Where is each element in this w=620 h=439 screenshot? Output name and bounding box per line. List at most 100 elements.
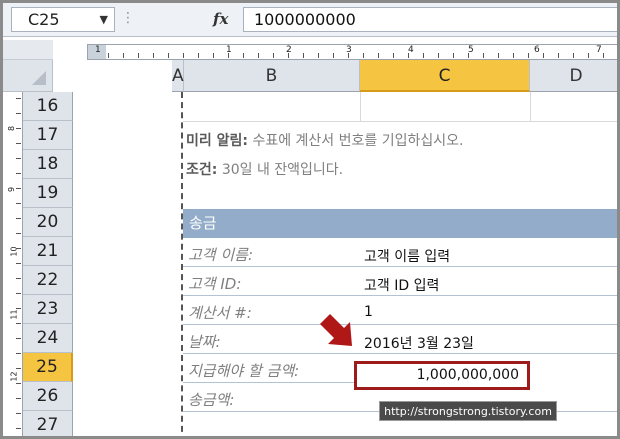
terms-note: 조건: 30일 내 잔액입니다. bbox=[186, 159, 343, 179]
ruler-tick bbox=[468, 53, 469, 58]
ruler-number: 12 bbox=[9, 371, 19, 382]
ruler-tick bbox=[138, 53, 139, 58]
ruler-number: 11 bbox=[9, 309, 19, 320]
terms-label: 조건: bbox=[186, 162, 218, 178]
ruler-tick bbox=[16, 173, 21, 174]
ruler-tick bbox=[273, 53, 274, 58]
reminder-text: 수표에 계산서 번호를 기입하십시오. bbox=[252, 133, 464, 149]
ruler-tick bbox=[123, 53, 124, 58]
ruler-tick bbox=[16, 383, 21, 384]
amount-due-cell[interactable]: 1,000,000,000 bbox=[354, 361, 530, 390]
select-all-triangle-icon bbox=[32, 71, 46, 85]
remittance-section-header: 송금 bbox=[183, 209, 617, 238]
ruler-tick bbox=[16, 428, 21, 429]
section-title: 송금 bbox=[189, 214, 217, 232]
ruler-tick bbox=[168, 53, 169, 58]
ruler-tick bbox=[16, 218, 21, 219]
ruler-tick bbox=[16, 323, 21, 324]
row-header-16[interactable]: 16 bbox=[23, 92, 73, 121]
customer-name-value[interactable]: 고객 이름 입력 bbox=[364, 246, 450, 266]
row-header-17[interactable]: 17 bbox=[23, 121, 73, 150]
ruler-tick bbox=[393, 53, 394, 58]
ruler-tick bbox=[16, 158, 21, 159]
ruler-number: 7 bbox=[596, 45, 602, 55]
gridline bbox=[183, 121, 617, 122]
row-underline bbox=[183, 295, 617, 296]
ruler-tick bbox=[183, 53, 184, 58]
reminder-note: 미리 알림: 수표에 계산서 번호를 기입하십시오. bbox=[186, 130, 463, 150]
ruler-corner bbox=[3, 40, 53, 60]
row-underline bbox=[183, 353, 617, 354]
row-header-18[interactable]: 18 bbox=[23, 150, 73, 179]
horizontal-ruler: 1 1 2 3 4 5 6 7 bbox=[87, 44, 619, 60]
ruler-tick bbox=[363, 53, 364, 58]
column-header-c[interactable]: C bbox=[360, 60, 530, 92]
row-underline bbox=[183, 266, 617, 267]
ruler-tick bbox=[16, 398, 21, 399]
row-header-19[interactable]: 19 bbox=[23, 179, 73, 208]
row-header-22[interactable]: 22 bbox=[23, 266, 73, 295]
ruler-tick bbox=[453, 53, 454, 58]
formula-controls: ⋮ fx bbox=[121, 7, 241, 32]
formula-bar: C25 ▼ ⋮ fx 1000000000 bbox=[3, 3, 617, 37]
ruler-tick bbox=[228, 53, 229, 58]
name-box[interactable]: C25 ▼ bbox=[11, 7, 115, 32]
ruler-tick bbox=[16, 233, 21, 234]
ruler-tick bbox=[483, 53, 484, 58]
date-value[interactable]: 2016년 3월 23일 bbox=[364, 333, 474, 353]
invoice-number-label: 계산서 #: bbox=[188, 304, 252, 322]
worksheet-area[interactable]: 미리 알림: 수표에 계산서 번호를 기입하십시오. 조건: 30일 내 잔액입… bbox=[74, 92, 617, 436]
vertical-ruler: 8 9 10 11 12 bbox=[7, 92, 23, 436]
ruler-tick bbox=[16, 203, 21, 204]
row-underline bbox=[183, 324, 617, 325]
select-all-button[interactable] bbox=[3, 60, 53, 92]
ruler-tick bbox=[108, 53, 109, 58]
ruler-tick bbox=[618, 53, 619, 58]
ruler-number: 1 bbox=[95, 45, 101, 55]
ruler-tick bbox=[543, 53, 544, 58]
row-header-23[interactable]: 23 bbox=[23, 295, 73, 324]
insert-function-button[interactable]: fx bbox=[213, 7, 237, 32]
pointer-arrow-icon bbox=[320, 314, 352, 346]
ruler-number: 8 bbox=[7, 125, 17, 132]
invoice-number-value[interactable]: 1 bbox=[364, 304, 373, 320]
spreadsheet-window: C25 ▼ ⋮ fx 1000000000 1 1 2 3 4 5 6 7 A … bbox=[0, 0, 620, 439]
ruler-tick bbox=[16, 368, 21, 369]
ruler-tick bbox=[573, 53, 574, 58]
customer-id-value[interactable]: 고객 ID 입력 bbox=[364, 275, 439, 295]
drag-handle-icon[interactable]: ⋮ bbox=[121, 7, 137, 32]
ruler-number: 6 bbox=[534, 45, 540, 55]
ruler-tick bbox=[333, 53, 334, 58]
name-box-dropdown-icon[interactable]: ▼ bbox=[100, 8, 108, 31]
terms-text: 30일 내 잔액입니다. bbox=[221, 162, 344, 178]
ruler-number: 9 bbox=[7, 186, 17, 193]
ruler-tick bbox=[258, 53, 259, 58]
ruler-tick bbox=[16, 413, 21, 414]
ruler-tick bbox=[198, 53, 199, 58]
remitted-amount-label: 송금액: bbox=[188, 391, 235, 409]
formula-input[interactable]: 1000000000 bbox=[243, 7, 617, 32]
ruler-tick bbox=[213, 53, 214, 58]
ruler-tick bbox=[408, 53, 409, 58]
row-header-25[interactable]: 25 bbox=[23, 353, 73, 382]
reminder-label: 미리 알림: bbox=[186, 133, 248, 149]
ruler-tick bbox=[303, 53, 304, 58]
row-header-27[interactable]: 27 bbox=[23, 411, 73, 436]
ruler-tick bbox=[16, 263, 21, 264]
ruler-tick bbox=[16, 248, 21, 249]
column-header-b[interactable]: B bbox=[184, 60, 360, 92]
row-header-20[interactable]: 20 bbox=[23, 208, 73, 237]
column-header-a[interactable]: A bbox=[172, 60, 184, 92]
ruler-tick bbox=[528, 53, 529, 58]
ruler-tick bbox=[16, 278, 21, 279]
row-header-21[interactable]: 21 bbox=[23, 237, 73, 266]
row-header-24[interactable]: 24 bbox=[23, 324, 73, 353]
ruler-tick bbox=[378, 53, 379, 58]
ruler-tick bbox=[153, 53, 154, 58]
ruler-tick bbox=[558, 53, 559, 58]
amount-due-value: 1,000,000,000 bbox=[416, 367, 519, 383]
ruler-tick bbox=[498, 53, 499, 58]
row-header-26[interactable]: 26 bbox=[23, 382, 73, 411]
ruler-tick bbox=[603, 53, 604, 58]
column-header-d[interactable]: D bbox=[530, 60, 617, 92]
